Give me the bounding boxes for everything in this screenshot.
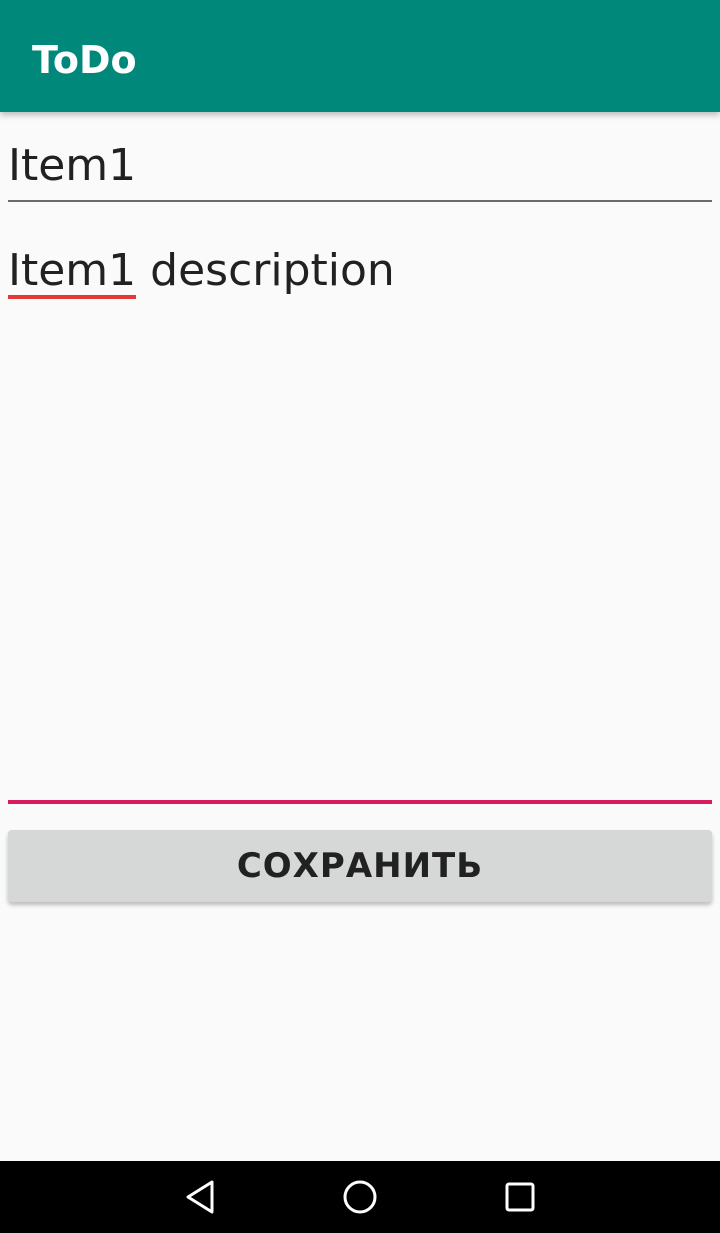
description-input-value: Item1 description <box>8 244 395 299</box>
app-bar: ToDo <box>0 0 720 112</box>
description-rest-text: description <box>136 245 395 296</box>
title-input[interactable]: Item1 <box>8 140 712 202</box>
screen: ToDo Item1 Item1 description СОХРАНИТЬ <box>0 0 720 1233</box>
home-icon[interactable] <box>336 1177 384 1217</box>
app-title: ToDo <box>32 38 137 82</box>
back-icon[interactable] <box>176 1177 224 1217</box>
spellcheck-underlined-word: Item1 <box>8 247 137 299</box>
recent-apps-icon[interactable] <box>496 1177 544 1217</box>
save-button[interactable]: СОХРАНИТЬ <box>8 830 712 902</box>
title-input-value: Item1 <box>8 140 137 191</box>
save-button-label: СОХРАНИТЬ <box>236 846 484 886</box>
system-nav-bar <box>0 1161 720 1233</box>
description-input[interactable]: Item1 description <box>8 244 712 804</box>
